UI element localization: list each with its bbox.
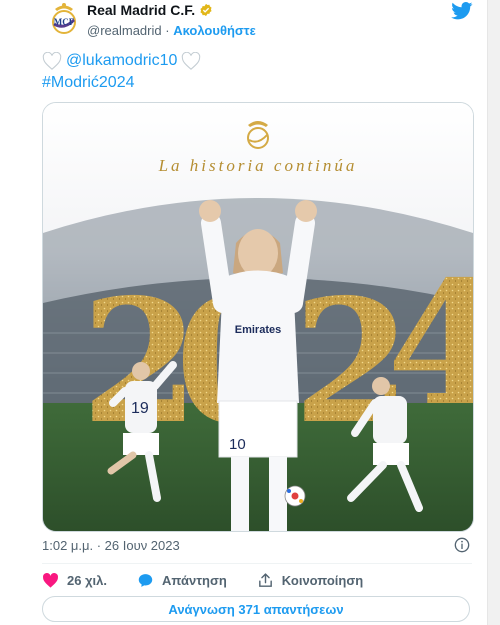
read-replies-button[interactable]: Ανάγνωση 371 απαντήσεων [42, 596, 470, 622]
share-upload-icon [258, 572, 272, 587]
heart-icon [42, 572, 59, 588]
handle-row: @realmadrid · Ακολουθήστε [87, 23, 256, 38]
jersey-number: 10 [229, 436, 246, 453]
like-count: 26 χιλ. [67, 572, 108, 588]
scrollbar[interactable] [487, 0, 500, 625]
tweet-media-image[interactable]: La historia continúa 2 0 2 4 19 [42, 102, 474, 532]
verified-badge-icon [200, 3, 212, 17]
mention-link[interactable]: @lukamodric10 [66, 52, 177, 70]
reply-label: Απάντηση [162, 572, 227, 588]
real-madrid-crest-avatar[interactable]: MCF [48, 0, 80, 36]
sponsor-text: Emirates [235, 324, 281, 336]
svg-text:MCF: MCF [54, 17, 75, 27]
share-label: Κοινοποίηση [281, 572, 364, 588]
headline: La historia continúa [158, 156, 358, 175]
reply-button[interactable]: Απάντηση [137, 572, 227, 589]
white-heart-emoji-icon [182, 52, 201, 70]
media-illustration: La historia continúa 2 0 2 4 19 [43, 103, 473, 531]
twitter-bird-icon[interactable] [451, 2, 473, 20]
tweet-actions: 26 χιλ. Απάντηση Κοινοποίηση [42, 570, 393, 590]
divider [42, 563, 472, 564]
football-icon [284, 485, 306, 507]
hashtag-link[interactable]: #Modrić2024 [42, 74, 135, 92]
reply-bubble-icon [138, 573, 153, 587]
handle[interactable]: @realmadrid [87, 23, 162, 38]
svg-text:19: 19 [131, 400, 149, 417]
like-button[interactable]: 26 χιλ. [42, 572, 107, 589]
tweet-text-line: @lukamodric10 [42, 52, 201, 70]
author-name-row[interactable]: Real Madrid C.F. [87, 2, 213, 18]
tweet-timestamp[interactable]: 1:02 μ.μ. · 26 Ιουν 2023 [42, 538, 180, 553]
follow-button[interactable]: Ακολουθήστε [173, 23, 256, 38]
author-name[interactable]: Real Madrid C.F. [87, 2, 195, 18]
tweet-card: MCF Real Madrid C.F. @realmadrid · Ακολο… [30, 0, 482, 625]
white-heart-emoji-icon [42, 52, 62, 70]
separator: · [165, 23, 170, 38]
share-button[interactable]: Κοινοποίηση [257, 572, 363, 589]
info-icon[interactable] [454, 537, 470, 553]
